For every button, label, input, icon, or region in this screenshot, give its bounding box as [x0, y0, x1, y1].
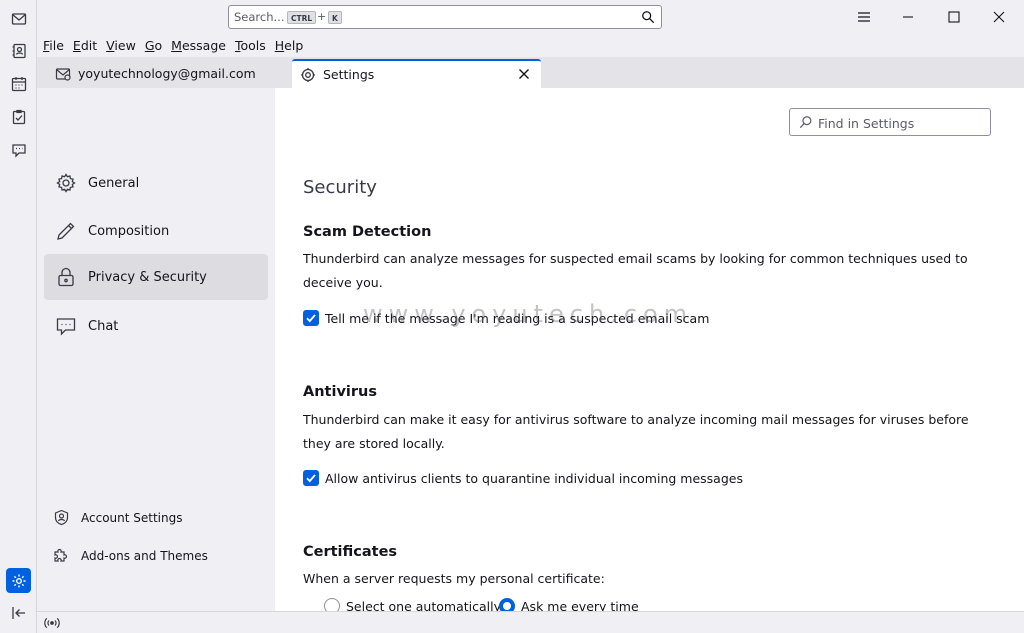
- calendar-icon: [11, 76, 26, 91]
- certificate-ask-radio[interactable]: [499, 598, 515, 611]
- gear-icon: [301, 67, 315, 82]
- tab-bar: yoyutechnology@gmail.com Settings: [37, 57, 1024, 88]
- sidebar-item-chat[interactable]: Chat: [44, 303, 268, 349]
- gear-icon: [56, 173, 76, 193]
- checkmark-icon: [306, 314, 316, 323]
- collapse-left-icon: [11, 606, 25, 619]
- app-menu-button[interactable]: [853, 6, 875, 28]
- menu-go[interactable]: Go: [145, 38, 162, 53]
- antivirus-checkbox-row[interactable]: Allow antivirus clients to quarantine in…: [303, 470, 743, 486]
- search-placeholder: Search...: [234, 10, 285, 24]
- chat-icon: [56, 318, 76, 336]
- certificate-auto-option[interactable]: Select one automatically: [324, 598, 501, 611]
- thunderbird-window: Search... CTRL + K File Edit View Go Mes…: [0, 0, 1024, 633]
- sidebar-item-label: Privacy & Security: [88, 269, 207, 285]
- menu-tools[interactable]: Tools: [235, 38, 266, 53]
- page-title: Security: [303, 177, 377, 198]
- search-icon: [799, 116, 812, 129]
- settings-space-button[interactable]: [6, 568, 31, 593]
- address-book-space-button[interactable]: [6, 38, 31, 63]
- menu-edit[interactable]: Edit: [73, 38, 97, 53]
- scam-detection-description: Thunderbird can analyze messages for sus…: [303, 251, 968, 290]
- calendar-space-button[interactable]: [6, 71, 31, 96]
- menu-bar: File Edit View Go Message Tools Help: [37, 34, 1024, 57]
- tasks-icon: [12, 109, 25, 124]
- hamburger-menu-icon: [858, 12, 870, 22]
- global-search-input[interactable]: Search... CTRL + K: [228, 5, 662, 29]
- close-window-button[interactable]: [988, 6, 1010, 28]
- sidebar-account-settings[interactable]: Account Settings: [53, 509, 182, 526]
- certificate-ask-option[interactable]: Ask me every time: [499, 598, 639, 611]
- close-icon: [993, 11, 1005, 23]
- minimize-button[interactable]: [897, 6, 919, 28]
- gear-icon: [12, 574, 25, 587]
- account-settings-icon: [54, 509, 69, 526]
- shortcut-k-key: K: [328, 11, 342, 24]
- find-placeholder: Find in Settings: [818, 116, 915, 131]
- settings-content: General Composition Privacy & Security C…: [37, 88, 1024, 611]
- tab-settings[interactable]: Settings: [292, 59, 541, 88]
- sidebar-item-general[interactable]: General: [44, 160, 268, 206]
- certificates-heading: Certificates: [303, 544, 398, 560]
- addons-label: Add-ons and Themes: [81, 548, 208, 563]
- title-bar: Search... CTRL + K: [37, 0, 1024, 34]
- sidebar-addons-themes[interactable]: Add-ons and Themes: [53, 547, 208, 564]
- close-tab-icon[interactable]: [517, 67, 531, 81]
- antivirus-heading: Antivirus: [303, 384, 377, 400]
- maximize-icon: [948, 11, 960, 23]
- certificate-ask-label: Ask me every time: [521, 598, 639, 612]
- account-settings-label: Account Settings: [81, 510, 183, 525]
- tab-mail-label: yoyutechnology@gmail.com: [78, 66, 256, 81]
- antivirus-checkbox-label: Allow antivirus clients to quarantine in…: [325, 470, 743, 486]
- sidebar-item-composition[interactable]: Composition: [44, 208, 268, 254]
- menu-file[interactable]: File: [43, 38, 64, 53]
- chat-bubble-icon: [11, 143, 26, 158]
- lock-icon: [58, 267, 74, 287]
- certificates-prompt: When a server requests my personal certi…: [303, 571, 605, 586]
- tab-mail-account[interactable]: yoyutechnology@gmail.com: [47, 59, 287, 88]
- antivirus-checkbox[interactable]: [303, 470, 319, 486]
- scam-detection-heading: Scam Detection: [303, 224, 432, 240]
- menu-help[interactable]: Help: [275, 38, 304, 53]
- settings-main-pane: Find in Settings Security Scam Detection…: [275, 88, 1024, 611]
- chat-space-button[interactable]: [6, 137, 31, 162]
- maximize-button[interactable]: [943, 6, 965, 28]
- scam-detection-checkbox-label: Tell me if the message I'm reading is a …: [325, 310, 710, 326]
- sidebar-item-label: General: [88, 175, 140, 191]
- menu-view[interactable]: View: [106, 38, 136, 53]
- menu-message[interactable]: Message: [171, 38, 226, 53]
- mail-space-button[interactable]: [6, 6, 31, 31]
- pencil-icon: [57, 222, 75, 240]
- collapse-toolbar-button[interactable]: [6, 600, 31, 625]
- certificate-auto-label: Select one automatically: [346, 598, 501, 612]
- sidebar-item-privacy-security[interactable]: Privacy & Security: [44, 254, 268, 300]
- tasks-space-button[interactable]: [6, 104, 31, 129]
- shortcut-ctrl-key: CTRL: [287, 11, 317, 24]
- checkmark-icon: [306, 474, 316, 483]
- online-status-icon[interactable]: [44, 616, 60, 630]
- find-in-settings-input[interactable]: Find in Settings: [789, 108, 991, 136]
- shortcut-plus: +: [317, 10, 327, 23]
- address-book-icon: [12, 43, 26, 58]
- minimize-icon: [903, 16, 913, 18]
- scam-detection-checkbox[interactable]: [303, 310, 319, 326]
- sidebar-item-label: Composition: [88, 223, 170, 239]
- scam-detection-checkbox-row[interactable]: Tell me if the message I'm reading is a …: [303, 310, 709, 326]
- settings-sidebar: General Composition Privacy & Security C…: [37, 88, 275, 611]
- sidebar-item-label: Chat: [88, 318, 119, 334]
- search-icon[interactable]: [641, 10, 655, 24]
- spaces-toolbar: [0, 0, 37, 633]
- tab-settings-label: Settings: [323, 67, 375, 82]
- status-bar: [37, 611, 1024, 633]
- mail-account-icon: [55, 67, 71, 81]
- certificate-auto-radio[interactable]: [324, 598, 340, 611]
- puzzle-piece-icon: [54, 548, 68, 562]
- mail-icon: [11, 12, 26, 25]
- antivirus-description: Thunderbird can make it easy for antivir…: [303, 412, 969, 451]
